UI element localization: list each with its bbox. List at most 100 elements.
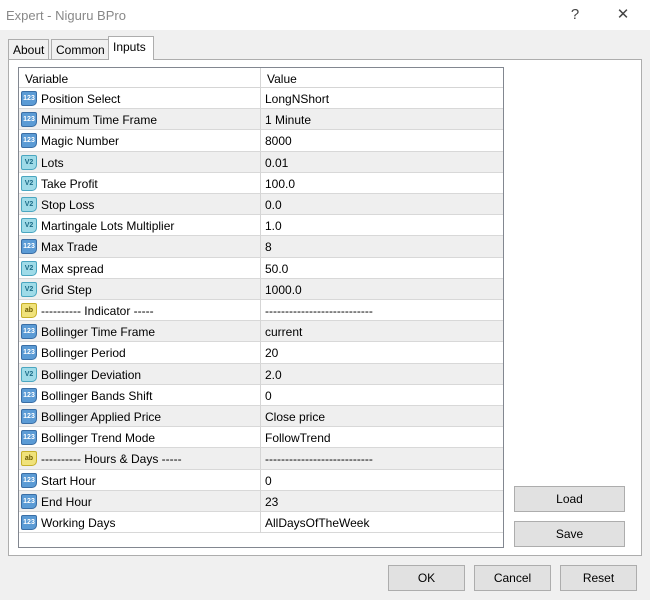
close-button[interactable]: ✕ xyxy=(611,4,635,26)
variable-value[interactable]: current xyxy=(265,325,302,339)
integer-type-icon: 123 xyxy=(21,239,37,255)
table-row[interactable]: 123 Bollinger Period 20 xyxy=(19,342,503,364)
table-row[interactable]: 123 Position Select LongNShort xyxy=(19,88,503,110)
variable-value[interactable]: 0 xyxy=(265,389,272,403)
double-type-icon: V2 xyxy=(21,281,37,297)
variable-name: Max spread xyxy=(41,261,104,276)
variable-value[interactable]: LongNShort xyxy=(265,92,329,106)
double-type-icon: V2 xyxy=(21,154,37,170)
column-divider xyxy=(260,130,261,152)
table-row[interactable]: V2 Lots 0.01 xyxy=(19,151,503,173)
variable-value[interactable]: Close price xyxy=(265,410,325,424)
reset-button[interactable]: Reset xyxy=(560,565,637,591)
variable-name: Stop Loss xyxy=(41,198,95,212)
variable-value[interactable]: 0 xyxy=(265,474,272,488)
save-button[interactable]: Save xyxy=(514,521,625,547)
table-row[interactable]: V2 Grid Step 1000.0 xyxy=(19,278,503,300)
string-type-icon: ab xyxy=(21,451,37,467)
column-divider xyxy=(260,109,261,131)
integer-type-icon: 123 xyxy=(21,112,37,128)
table-row[interactable]: V2 Bollinger Deviation 2.0 xyxy=(19,363,503,385)
variable-name: Bollinger Trend Mode xyxy=(41,431,156,446)
table-row[interactable]: V2 Max spread 50.0 xyxy=(19,257,503,279)
integer-type-icon: 123 xyxy=(21,324,37,340)
variable-name: Start Hour xyxy=(41,473,96,488)
tab-inputs[interactable]: Inputs xyxy=(108,36,154,60)
tab-about[interactable]: About xyxy=(8,39,50,60)
variable-value[interactable]: 50.0 xyxy=(265,262,288,276)
table-row[interactable]: 123 Start Hour 0 xyxy=(19,469,503,491)
table-row[interactable]: ab ---------- Hours & Days ----- -------… xyxy=(19,448,503,470)
variable-name: Minimum Time Frame xyxy=(41,113,158,128)
window-title: Expert - Niguru BPro xyxy=(6,8,126,23)
table-row[interactable]: V2 Take Profit 100.0 xyxy=(19,172,503,194)
variable-name: ---------- Hours & Days ----- xyxy=(41,452,182,467)
string-type-icon: ab xyxy=(21,303,37,318)
variable-value[interactable]: 0.01 xyxy=(265,156,288,170)
header-variable[interactable]: Variable xyxy=(25,72,68,86)
column-divider xyxy=(260,194,261,215)
variable-value[interactable]: 2.0 xyxy=(265,368,282,382)
variable-name: Take Profit xyxy=(41,176,98,191)
variable-name: Bollinger Applied Price xyxy=(41,410,162,424)
column-divider xyxy=(260,427,261,449)
table-header: Variable Value xyxy=(19,68,503,88)
column-divider xyxy=(260,236,261,258)
table-row[interactable]: 123 Max Trade 8 xyxy=(19,236,503,258)
column-divider xyxy=(260,151,261,173)
column-divider xyxy=(260,257,261,279)
integer-type-icon: 123 xyxy=(21,493,37,509)
table-row[interactable]: 123 Bollinger Applied Price Close price xyxy=(19,406,503,428)
load-button[interactable]: Load xyxy=(514,486,625,512)
table-row[interactable]: ab ---------- Indicator ----- ----------… xyxy=(19,300,503,322)
variable-name: Grid Step xyxy=(41,282,92,297)
tab-common[interactable]: Common xyxy=(51,39,110,60)
variable-value[interactable]: 20 xyxy=(265,346,278,360)
variable-value[interactable]: 0.0 xyxy=(265,198,282,212)
table-row[interactable]: 123 Magic Number 8000 xyxy=(19,130,503,152)
variable-value[interactable]: 100.0 xyxy=(265,177,295,191)
column-divider xyxy=(260,278,261,300)
column-divider xyxy=(260,342,261,364)
variable-value[interactable]: 23 xyxy=(265,495,278,509)
table-row[interactable]: V2 Stop Loss 0.0 xyxy=(19,194,503,216)
variable-value[interactable]: 1.0 xyxy=(265,219,282,233)
table-row[interactable]: 123 Working Days AllDaysOfTheWeek xyxy=(19,512,503,534)
cancel-button[interactable]: Cancel xyxy=(474,565,551,591)
table-row[interactable]: V2 Martingale Lots Multiplier 1.0 xyxy=(19,215,503,237)
variable-name: Working Days xyxy=(41,516,116,530)
variable-value[interactable]: --------------------------- xyxy=(265,304,373,318)
table-row[interactable]: 123 Minimum Time Frame 1 Minute xyxy=(19,109,503,131)
variable-value[interactable]: 8000 xyxy=(265,134,292,148)
variable-value[interactable]: AllDaysOfTheWeek xyxy=(265,516,369,530)
column-divider xyxy=(260,88,261,109)
table-row[interactable]: 123 Bollinger Trend Mode FollowTrend xyxy=(19,427,503,449)
variable-name: Bollinger Period xyxy=(41,346,126,361)
table-row[interactable]: 123 Bollinger Time Frame current xyxy=(19,321,503,343)
help-button[interactable]: ? xyxy=(563,4,587,26)
variable-name: Martingale Lots Multiplier xyxy=(41,219,175,234)
column-divider xyxy=(260,300,261,321)
table-row[interactable]: 123 End Hour 23 xyxy=(19,490,503,512)
column-divider xyxy=(260,469,261,491)
variable-value[interactable]: 8 xyxy=(265,240,272,254)
variable-value[interactable]: 1000.0 xyxy=(265,283,302,297)
integer-type-icon: 123 xyxy=(21,515,37,530)
column-divider[interactable] xyxy=(260,68,261,88)
column-divider xyxy=(260,215,261,237)
ok-button[interactable]: OK xyxy=(388,565,465,591)
variable-value[interactable]: --------------------------- xyxy=(265,452,373,466)
integer-type-icon: 123 xyxy=(21,387,37,403)
table-row[interactable]: 123 Bollinger Bands Shift 0 xyxy=(19,384,503,406)
variable-value[interactable]: FollowTrend xyxy=(265,431,331,445)
variable-name: Position Select xyxy=(41,92,121,106)
variable-value[interactable]: 1 Minute xyxy=(265,113,311,127)
column-divider xyxy=(260,448,261,470)
integer-type-icon: 123 xyxy=(21,345,37,361)
column-divider xyxy=(260,406,261,427)
column-divider xyxy=(260,512,261,533)
variable-name: Max Trade xyxy=(41,240,98,255)
variable-name: End Hour xyxy=(41,494,92,509)
variable-name: Magic Number xyxy=(41,134,120,149)
header-value[interactable]: Value xyxy=(267,72,297,86)
